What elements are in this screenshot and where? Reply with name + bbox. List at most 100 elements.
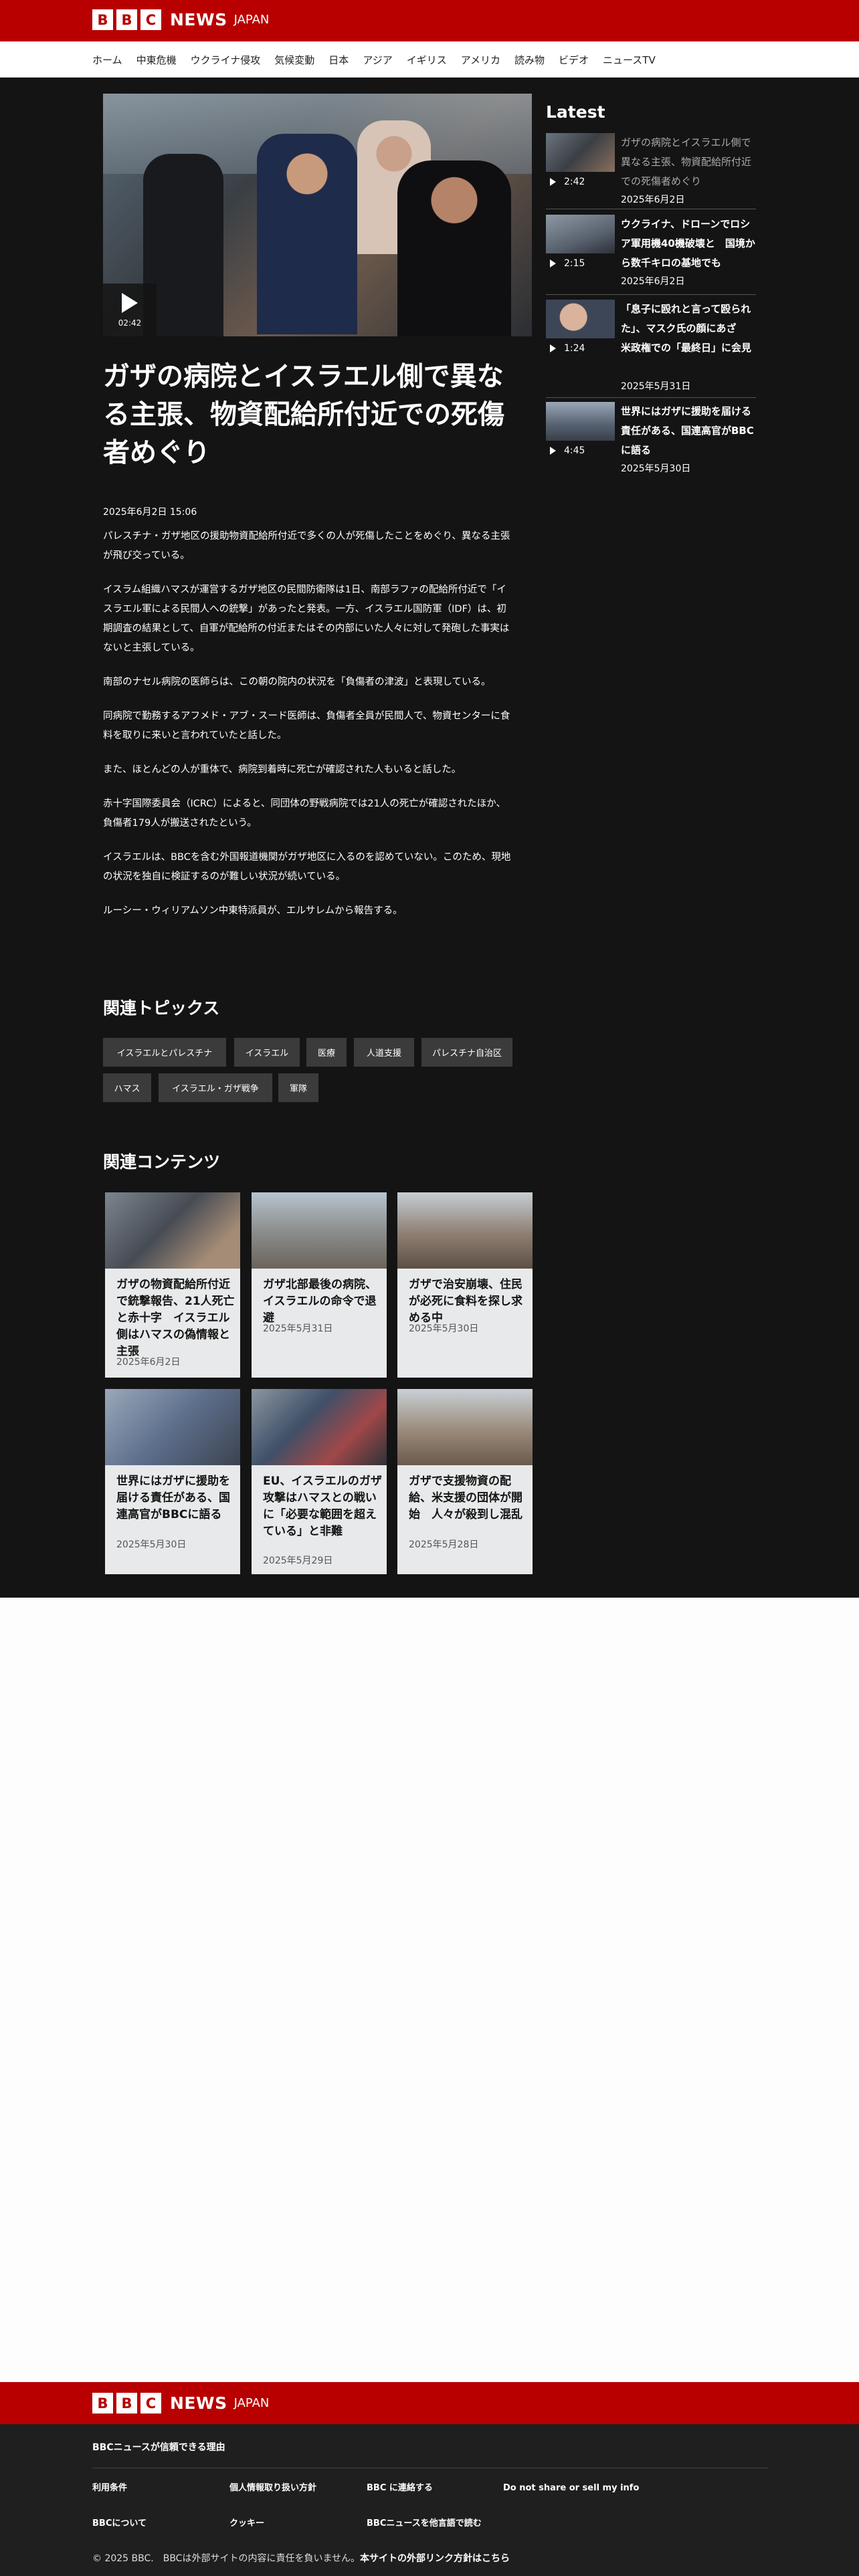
related-card[interactable]: ガザの物資配給所付近で銃撃報告、21人死亡と赤十字 イスラエル側はハマスの偽情報… — [105, 1192, 240, 1378]
related-title: ガザで支援物資の配給、米支援の団体が開始 人々が殺到し混乱 — [409, 1475, 522, 1521]
nav-item-japan[interactable]: 日本 — [328, 53, 349, 67]
footer-trust-link[interactable]: BBCニュースが信頼できる理由 — [92, 2440, 225, 2454]
topic-chip[interactable]: イスラエルとパレスチナ — [103, 1038, 226, 1067]
nav-item-video[interactable]: ビデオ — [559, 53, 589, 67]
copyright-text: © 2025 BBC. BBCは外部サイトの内容に責任を負いません。 — [92, 2553, 361, 2564]
latest-duration: 4:45 — [564, 445, 585, 456]
logo-letter: C — [140, 9, 161, 30]
nav-item-climate[interactable]: 気候変動 — [274, 53, 314, 67]
footer-link-cookies[interactable]: クッキー — [229, 2518, 363, 2529]
logo-letter: B — [116, 2393, 137, 2413]
related-card[interactable]: ガザ北部最後の病院、イスラエルの命令で退避 2025年5月31日 — [252, 1192, 387, 1378]
latest-item[interactable]: 2:42 ガザの病院とイスラエル側で異なる主張、物資配給所付近での死傷者めぐり … — [546, 133, 756, 207]
footer-link-other-languages[interactable]: BBCニュースを他言語で読む — [367, 2518, 500, 2529]
external-link-policy[interactable]: 本サイトの外部リンク方針はこちら — [360, 2553, 510, 2564]
related-date: 2025年5月28日 — [409, 1539, 479, 1550]
topic-chip[interactable]: 医療 — [306, 1038, 347, 1067]
latest-thumbnail — [546, 300, 615, 338]
play-icon — [550, 259, 556, 267]
related-date: 2025年6月2日 — [116, 1357, 181, 1368]
related-image — [105, 1389, 240, 1465]
footer-link-do-not-sell[interactable]: Do not share or sell my info — [503, 2482, 650, 2494]
topics-heading: 関連トピックス — [103, 998, 220, 1018]
latest-title: ウクライナ、ドローンでロシア軍用機40機破壊と 国境から数千キロの基地でも — [621, 218, 755, 269]
latest-title: 「息子に殴れと言って殴られた」、マスク氏の顔にあざ 米政権での「最終日」に会見 — [621, 303, 752, 354]
latest-duration-row: 1:24 — [546, 343, 585, 354]
related-card[interactable]: ガザで支援物資の配給、米支援の団体が開始 人々が殺到し混乱 2025年5月28日 — [397, 1389, 533, 1574]
latest-divider — [546, 294, 756, 295]
video-play-button[interactable]: 02:42 — [103, 284, 157, 336]
nav-item-asia[interactable]: アジア — [363, 53, 392, 67]
footer-link-contact[interactable]: BBC に連絡する — [367, 2482, 500, 2494]
latest-item[interactable]: 1:24 「息子に殴れと言って殴られた」、マスク氏の顔にあざ 米政権での「最終日… — [546, 300, 756, 393]
logo-region: JAPAN — [233, 13, 270, 27]
related-date: 2025年5月30日 — [116, 1539, 187, 1550]
play-icon — [550, 447, 556, 455]
article-paragraph: イスラム組織ハマスが運営するガザ地区の民間防衛隊は1日、南部ラファの配給所付近で… — [103, 584, 510, 653]
bbc-news-japan-logo[interactable]: B B C NEWS JAPAN — [92, 9, 269, 30]
logo-letter: B — [92, 2393, 113, 2413]
article-paragraph: ルーシー・ウィリアムソン中東特派員が、エルサレムから報告する。 — [103, 905, 403, 916]
article-date: 2025年6月2日 15:06 — [103, 507, 197, 518]
related-title: ガザの物資配給所付近で銃撃報告、21人死亡と赤十字 イスラエル側はハマスの偽情報… — [116, 1278, 235, 1358]
logo-brand: NEWS — [170, 10, 227, 29]
topic-chip[interactable]: イスラエル — [234, 1038, 300, 1067]
latest-thumbnail — [546, 133, 615, 172]
topic-chip[interactable]: イスラエル・ガザ戦争 — [159, 1073, 272, 1102]
related-card[interactable]: ガザで治安崩壊、住民が必死に食料を探し求める中 2025年5月30日 — [397, 1192, 533, 1378]
topic-chip[interactable]: ハマス — [103, 1073, 151, 1102]
nav-item-uk[interactable]: イギリス — [407, 53, 447, 67]
article-headline: ガザの病院とイスラエル側で異なる主張、物資配給所付近での死傷者めぐり — [103, 361, 504, 468]
play-icon — [122, 292, 138, 313]
related-title: ガザ北部最後の病院、イスラエルの命令で退避 — [263, 1278, 377, 1325]
nav-item-home[interactable]: ホーム — [92, 53, 122, 67]
related-image — [397, 1389, 533, 1465]
article-paragraph: 赤十字国際委員会（ICRC）によると、同団体の野戦病院では21人の死亡が確認され… — [103, 798, 506, 829]
latest-date: 2025年5月30日 — [621, 463, 691, 474]
article-paragraph: 南部のナセル病院の医師らは、この朝の院内の状況を「負傷者の津波」と表現している。 — [103, 677, 491, 687]
latest-item[interactable]: 2:15 ウクライナ、ドローンでロシア軍用機40機破壊と 国境から数千キロの基地… — [546, 215, 756, 288]
nav-item-ukraine[interactable]: ウクライナ侵攻 — [191, 53, 261, 67]
article-paragraph: パレスチナ・ガザ地区の援助物資配給所付近で多くの人が死傷したことをめぐり、異なる… — [103, 531, 510, 561]
related-title: ガザで治安崩壊、住民が必死に食料を探し求める中 — [409, 1278, 522, 1325]
topic-chip[interactable]: 軍隊 — [278, 1073, 318, 1102]
footer-link-about[interactable]: BBCについて — [92, 2518, 226, 2529]
logo-region: JAPAN — [233, 2396, 270, 2410]
topic-chip[interactable]: 人道支援 — [354, 1038, 414, 1067]
nav-item-features[interactable]: 読み物 — [514, 53, 545, 67]
latest-title: ガザの病院とイスラエル側で異なる主張、物資配給所付近での死傷者めぐり — [621, 136, 752, 187]
topic-chip[interactable]: パレスチナ自治区 — [421, 1038, 512, 1067]
related-date: 2025年5月30日 — [409, 1323, 479, 1334]
footer-link-privacy[interactable]: 個人情報取り扱い方針 — [229, 2482, 363, 2494]
latest-duration: 2:15 — [564, 258, 585, 269]
related-card[interactable]: 世界にはガザに援助を届ける責任がある、国連高官がBBCに語る 2025年5月30… — [105, 1389, 240, 1574]
latest-date: 2025年6月2日 — [621, 195, 685, 205]
nav-item-us[interactable]: アメリカ — [461, 53, 500, 67]
hero-video-player[interactable] — [103, 94, 532, 336]
bbc-news-japan-logo[interactable]: B B C NEWS JAPAN — [92, 2393, 269, 2413]
latest-duration-row: 2:42 — [546, 177, 585, 187]
latest-date: 2025年5月31日 — [621, 381, 691, 392]
play-icon — [550, 344, 556, 352]
related-card[interactable]: EU、イスラエルのガザ攻撃はハマスとの戦いに「必要な範囲を超えている」と非難 2… — [252, 1389, 387, 1574]
latest-thumbnail — [546, 215, 615, 253]
main-nav: ホーム 中東危機 ウクライナ侵攻 気候変動 日本 アジア イギリス アメリカ 読… — [0, 41, 859, 78]
video-duration: 02:42 — [118, 318, 142, 328]
latest-heading: Latest — [546, 102, 605, 122]
latest-duration: 2:42 — [564, 177, 585, 187]
footer-header: B B C NEWS JAPAN — [0, 2382, 859, 2424]
related-date: 2025年5月31日 — [263, 1323, 333, 1334]
nav-item-news-tv[interactable]: ニュースTV — [603, 53, 656, 67]
article-paragraph: また、ほとんどの人が重体で、病院到着時に死亡が確認された人もいると話した。 — [103, 764, 462, 775]
related-image — [105, 1192, 240, 1269]
latest-duration-row: 2:15 — [546, 258, 585, 269]
latest-duration: 1:24 — [564, 343, 585, 354]
latest-date: 2025年6月2日 — [621, 276, 685, 287]
footer-link-terms[interactable]: 利用条件 — [92, 2482, 226, 2494]
latest-title: 世界にはガザに援助を届ける責任がある、国連高官がBBCに語る — [621, 405, 754, 456]
article-body: パレスチナ・ガザ地区の援助物資配給所付近で多くの人が死傷したことをめぐり、異なる… — [103, 527, 511, 936]
hero-image-figure — [257, 134, 357, 334]
nav-item-middle-east[interactable]: 中東危機 — [136, 53, 177, 67]
latest-item[interactable]: 4:45 世界にはガザに援助を届ける責任がある、国連高官がBBCに語る 2025… — [546, 402, 756, 475]
related-image — [397, 1192, 533, 1269]
